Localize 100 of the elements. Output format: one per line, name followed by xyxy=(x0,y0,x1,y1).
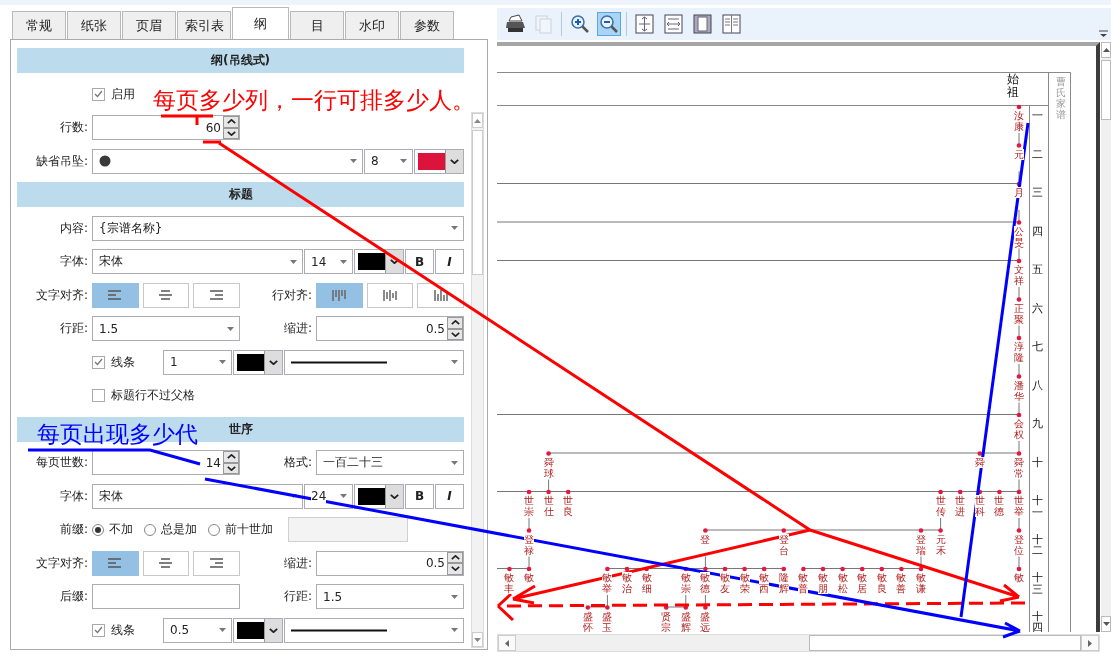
align-button[interactable] xyxy=(193,550,240,576)
person-name: 敏崇 xyxy=(680,572,691,594)
dropdown[interactable]: 1.5 xyxy=(316,584,464,609)
scrollbar[interactable] xyxy=(471,112,484,648)
spin-up-button[interactable] xyxy=(223,451,239,463)
scroll-left-button[interactable] xyxy=(498,635,516,651)
dropdown[interactable]: 14 xyxy=(304,249,353,274)
scrollbar[interactable] xyxy=(497,634,1100,652)
color-picker[interactable] xyxy=(354,249,404,274)
spin-down-button[interactable] xyxy=(447,563,463,575)
align-button[interactable] xyxy=(316,282,363,308)
scrollbar[interactable] xyxy=(1101,42,1111,632)
radio-button[interactable] xyxy=(208,523,220,536)
scroll-down-button[interactable] xyxy=(472,632,483,647)
dropdown[interactable]: 1.5 xyxy=(92,316,240,341)
chevron-up-icon xyxy=(226,119,236,125)
spin-up-button[interactable] xyxy=(447,551,463,563)
overflow-button[interactable] xyxy=(1099,30,1108,38)
scroll-down-button[interactable] xyxy=(1101,616,1111,632)
field-label: 行距: xyxy=(58,320,89,337)
align-button[interactable] xyxy=(142,550,190,576)
single-page-icon xyxy=(693,14,713,34)
scrollbar-thumb[interactable] xyxy=(809,635,1081,651)
dropdown[interactable]: 0.5 xyxy=(163,617,232,643)
color-picker[interactable] xyxy=(414,148,464,174)
dropdown[interactable]: 8 xyxy=(364,148,413,174)
caret-icon xyxy=(451,460,458,465)
radio-button[interactable] xyxy=(92,523,104,536)
annotation-text: 每页多少列，一行可排多少人。 xyxy=(153,86,475,115)
scroll-up-button[interactable] xyxy=(472,113,483,128)
number-field[interactable]: 14 xyxy=(92,450,240,475)
dropdown[interactable]: 宋体 xyxy=(92,249,303,274)
number-field[interactable]: 0.5 xyxy=(316,550,464,576)
toolbar-button[interactable] xyxy=(633,12,657,36)
tab[interactable]: 水印 xyxy=(345,11,399,39)
dropdown[interactable]: 1 xyxy=(163,349,232,375)
scroll-right-button[interactable] xyxy=(1081,635,1099,651)
align-button[interactable] xyxy=(92,282,139,308)
dropdown[interactable] xyxy=(284,349,464,375)
dropdown[interactable]: 24 xyxy=(304,483,353,509)
bold-button[interactable]: B xyxy=(405,249,434,274)
person-name: 登位 xyxy=(1014,533,1024,556)
field-label: 每页世数: xyxy=(34,454,89,471)
checkbox[interactable] xyxy=(92,623,105,637)
align-button[interactable] xyxy=(193,282,240,308)
dropdown[interactable]: 宋体 xyxy=(92,483,303,509)
dropdown-button[interactable] xyxy=(385,484,403,508)
tab[interactable]: 索引表 xyxy=(177,11,231,39)
scroll-up-button[interactable] xyxy=(1101,42,1111,58)
bold-button[interactable]: B xyxy=(405,483,434,509)
chevron-down-icon xyxy=(450,566,460,572)
color-picker[interactable] xyxy=(233,349,283,375)
text-field[interactable] xyxy=(92,584,240,609)
dropdown-button[interactable] xyxy=(445,149,463,173)
number-field[interactable]: 60 xyxy=(92,115,240,140)
toolbar-button[interactable] xyxy=(597,12,621,36)
chevron-down-icon xyxy=(390,259,399,264)
dropdown[interactable] xyxy=(284,617,464,643)
tab[interactable]: 常规 xyxy=(12,11,66,39)
line-style-icon xyxy=(291,628,387,632)
checkbox-label: 启用 xyxy=(111,85,135,103)
field-label: 内容: xyxy=(58,219,89,237)
caret-icon xyxy=(219,360,226,364)
field-label: 缩进: xyxy=(282,554,313,572)
scrollbar-thumb[interactable] xyxy=(1101,60,1111,120)
scrollbar-thumb[interactable] xyxy=(472,130,483,275)
dropdown-button[interactable] xyxy=(264,350,282,374)
radio-button[interactable] xyxy=(144,523,156,536)
dropdown[interactable]: {宗谱名称} xyxy=(92,215,464,241)
checkbox[interactable] xyxy=(92,87,105,101)
dropdown[interactable]: 一百二十三 xyxy=(316,450,464,475)
field-label: 行对齐: xyxy=(270,286,313,304)
tab[interactable]: 纲 xyxy=(232,7,289,39)
align-button[interactable] xyxy=(142,282,190,308)
annotation-underline xyxy=(203,140,221,144)
checkbox[interactable] xyxy=(92,389,105,402)
scroll-right-icon xyxy=(1088,639,1092,647)
zoom-out-icon xyxy=(599,14,619,34)
align-button[interactable] xyxy=(366,282,414,308)
dropdown-button[interactable] xyxy=(264,618,282,642)
scroll-down-icon xyxy=(474,637,481,642)
spin-up-button[interactable] xyxy=(447,317,463,329)
field-label: 文字对齐: xyxy=(34,554,89,572)
number-field[interactable]: 0.5 xyxy=(316,316,464,341)
tab[interactable]: 纸张 xyxy=(67,11,121,39)
person-name: 盛怀 xyxy=(582,610,593,632)
italic-button[interactable]: I xyxy=(435,483,464,509)
person-name: 敏治 xyxy=(622,572,632,594)
tab[interactable]: 页眉 xyxy=(122,11,176,39)
italic-button[interactable]: I xyxy=(435,249,464,274)
field-label: 字体: xyxy=(58,253,89,270)
tab[interactable]: 参数 xyxy=(400,11,454,39)
scroll-left-icon xyxy=(505,639,509,647)
checkbox[interactable] xyxy=(92,355,105,369)
color-picker[interactable] xyxy=(233,617,283,643)
tab[interactable]: 目 xyxy=(290,11,344,39)
align-button[interactable] xyxy=(92,550,139,576)
spin-up-button[interactable] xyxy=(223,116,239,128)
person-name: 世进 xyxy=(955,495,966,517)
color-picker[interactable] xyxy=(354,483,404,509)
